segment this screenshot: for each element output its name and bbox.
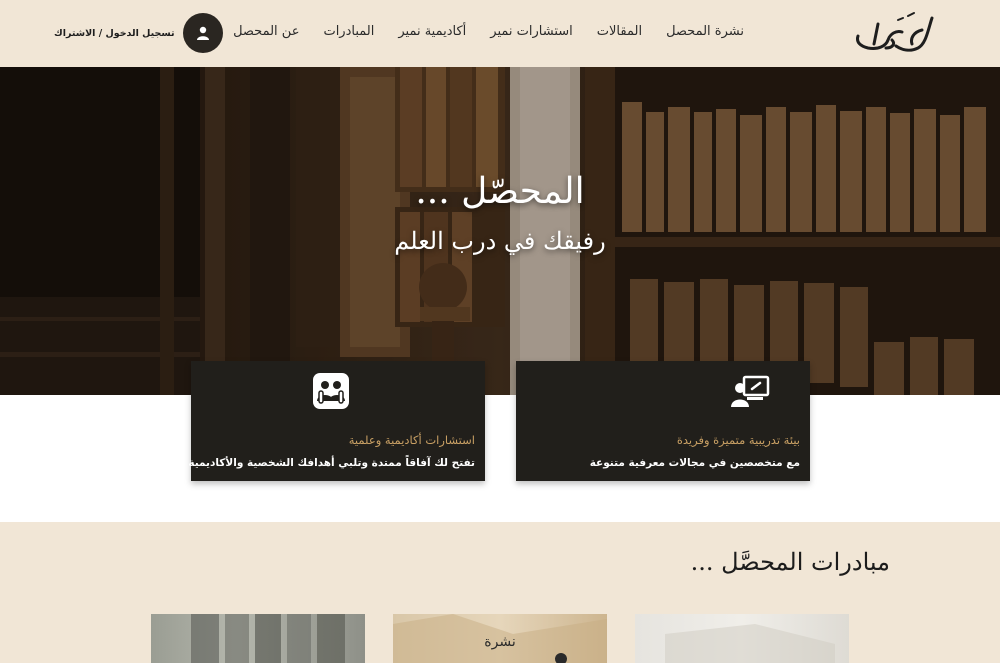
feature-card-training[interactable]: بيئة تدريبية متميزة وفريدة مع متخصصين في… <box>516 361 810 481</box>
nav-item-about[interactable]: عن المحصل <box>233 24 299 39</box>
presentation-icon <box>730 373 770 413</box>
card-description: تفتح لك آفاقاً ممتدة وتلبي أهدافك الشخصي… <box>188 457 475 469</box>
hero-title: المحصّل ... <box>415 171 585 212</box>
login-label[interactable]: تسجيل الدخول / الاشتراك <box>54 28 175 39</box>
initiative-card-3[interactable] <box>635 614 849 663</box>
initiative-thumbnail-image <box>191 614 345 663</box>
nav-item-articles[interactable]: المقالات <box>597 24 642 39</box>
nav-item-newsletter[interactable]: نشرة المحصل <box>666 24 744 39</box>
section-title-initiatives: مبادرات المحصَّل ... <box>690 548 890 576</box>
nav-item-initiatives[interactable]: المبادرات <box>323 24 374 39</box>
nav-item-academy[interactable]: أكاديمية نمير <box>398 24 466 39</box>
site-header: عن المحصل المبادرات أكاديمية نمير استشار… <box>0 0 1000 67</box>
feature-card-consultations[interactable]: استشارات أكاديمية وعلمية تفتح لك آفاقاً … <box>188 361 485 481</box>
login-button[interactable]: تسجيل الدخول / الاشتراك <box>54 13 223 53</box>
hero-banner: المحصّل ... رفيقك في درب العلم <box>0 67 1000 395</box>
initiative-card-1[interactable] <box>151 614 365 663</box>
site-logo[interactable] <box>852 10 938 58</box>
hero-subtitle: رفيقك في درب العلم <box>394 227 606 255</box>
initiative-card-2[interactable]: نشرة <box>393 614 607 663</box>
initiative-card-label: نشرة <box>484 634 516 650</box>
user-avatar-icon[interactable] <box>182 13 223 53</box>
nav-item-consultations[interactable]: استشارات نمير <box>490 24 572 39</box>
card-title: استشارات أكاديمية وعلمية <box>348 433 475 447</box>
logo-calligraphy <box>856 12 934 52</box>
main-nav: عن المحصل المبادرات أكاديمية نمير استشار… <box>233 24 744 39</box>
card-description: مع متخصصين في مجالات معرفية متنوعة <box>589 457 800 469</box>
card-title: بيئة تدريبية متميزة وفريدة <box>676 433 800 447</box>
initiative-thumbnail-image <box>665 624 835 663</box>
features-band <box>0 395 1000 522</box>
consultation-icon <box>311 371 351 411</box>
